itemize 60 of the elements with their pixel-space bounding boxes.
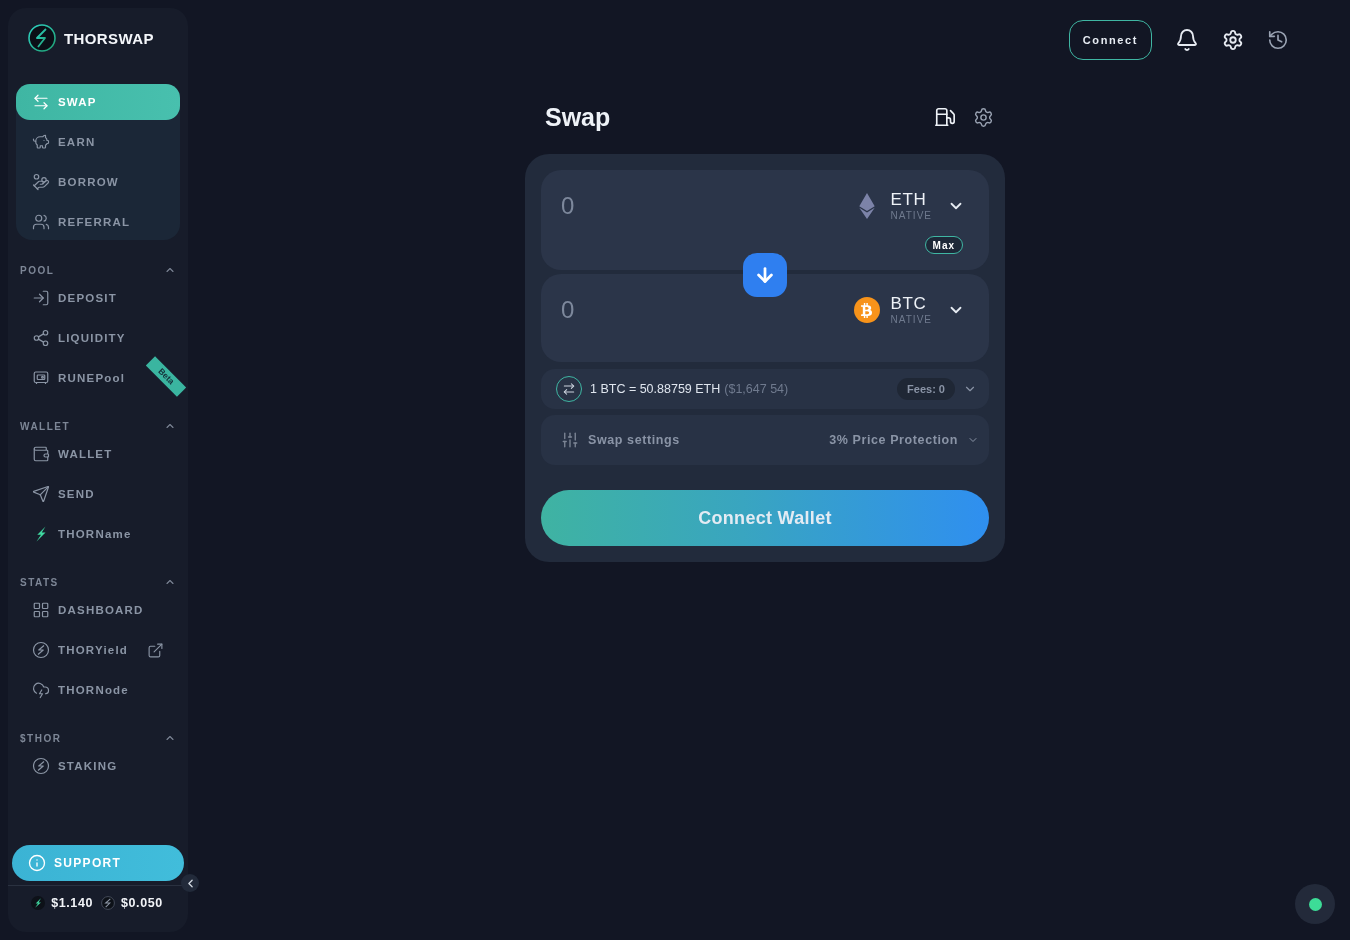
- section-toggle[interactable]: $THOR: [20, 728, 176, 748]
- nav-item[interactable]: REFERRAL: [16, 204, 180, 240]
- brand-name: THORSWAP: [64, 29, 154, 47]
- history-icon[interactable]: [1267, 29, 1289, 51]
- swap-arrows-icon: [32, 93, 50, 111]
- nav-item[interactable]: DASHBOARD: [16, 592, 180, 628]
- amount-field[interactable]: 0: [561, 294, 846, 326]
- bolt-circle-icon: [32, 641, 50, 659]
- cloud-lightning-icon: [32, 681, 50, 699]
- nav-item[interactable]: BORROW: [16, 164, 180, 200]
- price-protection-text: 3% Price Protection: [829, 433, 958, 447]
- page-title: Swap: [545, 102, 611, 132]
- hand-coins-icon: [32, 173, 50, 191]
- swap-settings-label: Swap settings: [588, 433, 680, 447]
- switch-direction-button[interactable]: [743, 253, 787, 297]
- grid-icon: [32, 601, 50, 619]
- section-toggle[interactable]: WALLET: [20, 416, 176, 436]
- section-toggle[interactable]: STATS: [20, 572, 176, 592]
- max-button[interactable]: Max: [924, 236, 963, 254]
- settings-icon[interactable]: [973, 106, 994, 128]
- bell-icon[interactable]: [1175, 28, 1199, 52]
- nav-item[interactable]: THORYield: [16, 632, 180, 668]
- piggy-bank-icon: [32, 133, 50, 151]
- token-selector[interactable]: ETH NATIVE: [845, 187, 965, 225]
- section-toggle[interactable]: POOL: [20, 260, 176, 280]
- nav-item[interactable]: THORName: [16, 516, 180, 552]
- nav-item[interactable]: DEPOSIT: [16, 280, 180, 316]
- arrow-down-icon: [754, 264, 776, 286]
- nav-item[interactable]: THORNode: [16, 672, 180, 708]
- price-text: $0.050: [121, 896, 163, 910]
- wallet-icon: [32, 445, 50, 463]
- nav-item[interactable]: STAKING: [16, 748, 180, 784]
- nodes-icon: [32, 329, 50, 347]
- collapse-button[interactable]: [181, 874, 199, 892]
- bolt-coin-icon: [31, 896, 46, 910]
- usd-value-text: ($1,647 54): [724, 382, 789, 396]
- status-button[interactable]: [1295, 884, 1335, 924]
- outlined-bolt-coin-icon: [101, 896, 115, 910]
- fuel-pump-icon[interactable]: [934, 106, 956, 128]
- login-arrow-icon: [32, 289, 50, 307]
- swap-settings-panel[interactable]: Swap settings 3% Price Protection: [541, 415, 989, 465]
- external-link-icon[interactable]: [147, 641, 164, 659]
- connect-button[interactable]: Connect: [1068, 20, 1152, 60]
- token-selector[interactable]: BTC NATIVE: [845, 291, 965, 329]
- nav-item[interactable]: WALLET: [16, 436, 180, 472]
- price-text: $1.140: [51, 896, 93, 910]
- sliders-icon: [561, 431, 579, 449]
- send-icon: [32, 485, 50, 503]
- nav-item[interactable]: EARN: [16, 124, 180, 160]
- safe-icon: [32, 369, 50, 387]
- rate-text: 1 BTC = 50.88759 ETH: [590, 382, 721, 396]
- fees-pill: Fees: 0: [897, 378, 955, 400]
- users-icon: [32, 213, 50, 231]
- nav-item[interactable]: LIQUIDITY: [16, 320, 180, 356]
- nav-item[interactable]: SEND: [16, 476, 180, 512]
- bitcoin-coin-icon: [853, 297, 880, 323]
- bolt-circle-icon: [32, 757, 50, 775]
- logo-icon: [28, 24, 56, 52]
- amount-field[interactable]: 0: [561, 190, 846, 222]
- info-icon: [28, 854, 46, 872]
